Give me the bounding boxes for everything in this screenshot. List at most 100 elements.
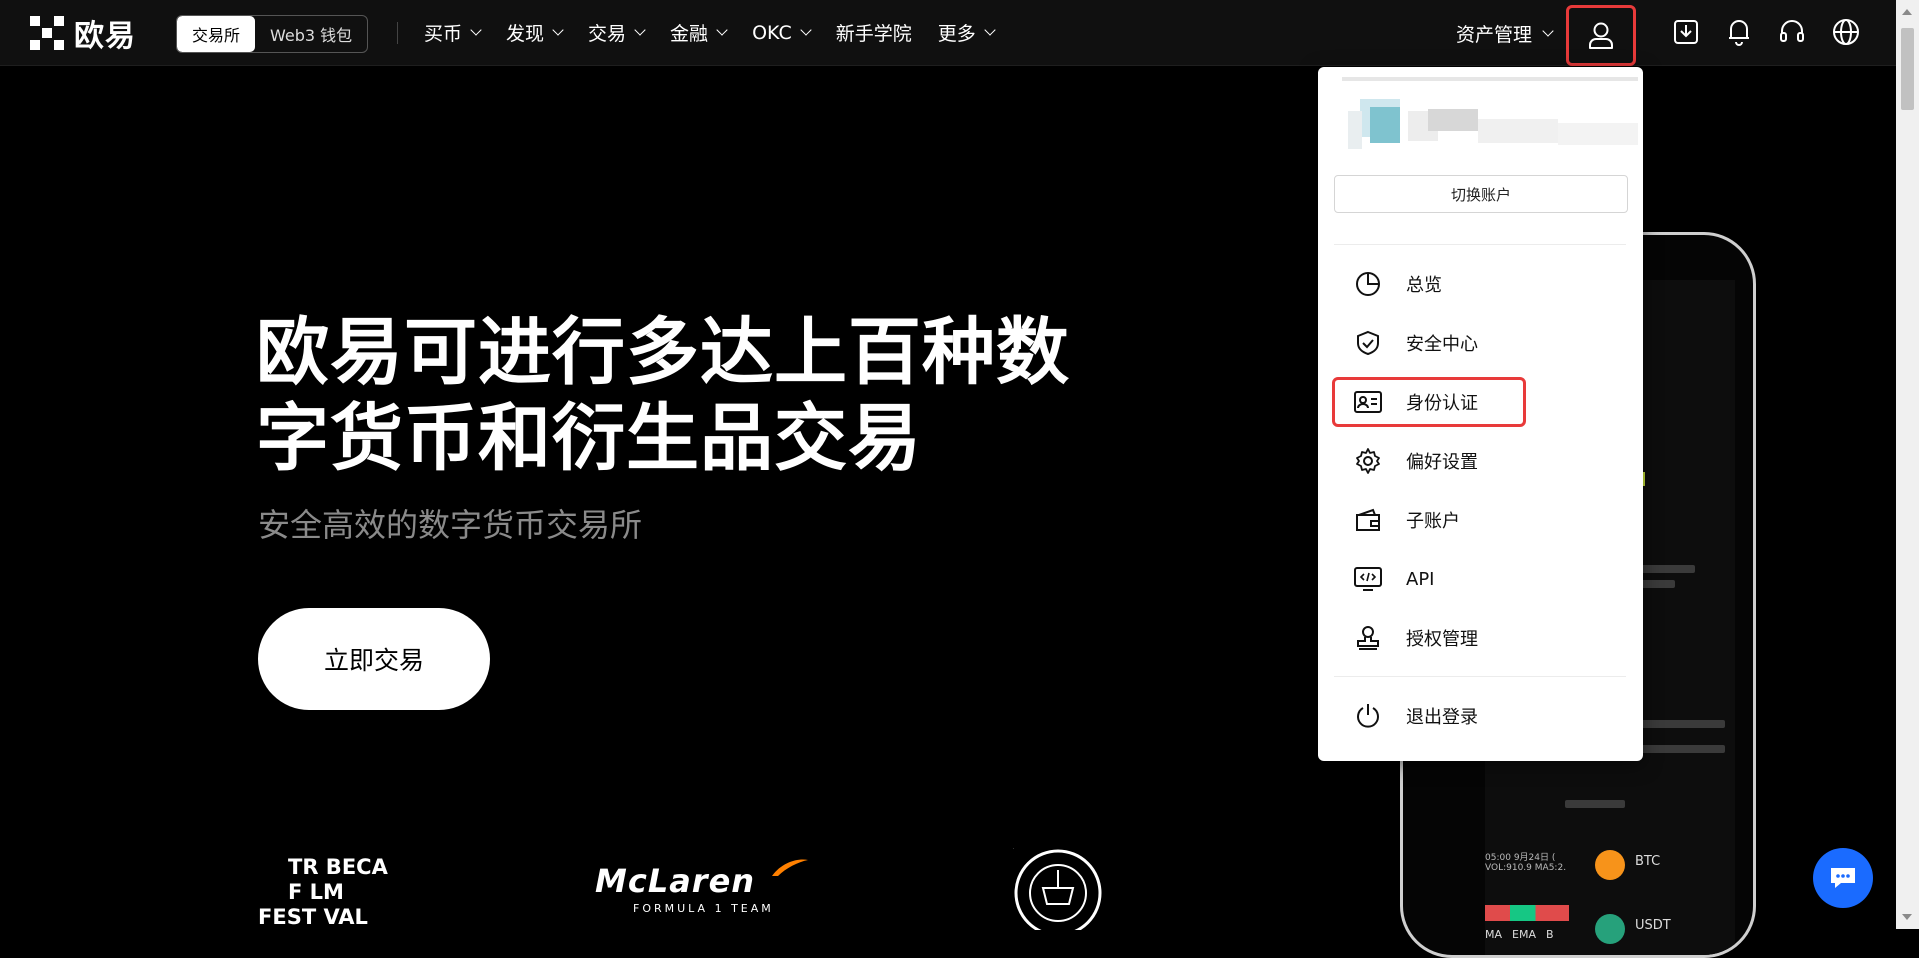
download-button[interactable] (1672, 18, 1700, 46)
menu-item-label: 偏好设置 (1406, 452, 1478, 473)
hero-title: 欧易可进行多达上百种数 字货币和衍生品交易 (256, 310, 1116, 482)
nav-discover[interactable]: 发现 (506, 19, 564, 46)
chevron-down-icon (470, 24, 482, 36)
tribeca-text-2: F LM (288, 880, 344, 904)
switch-account-button[interactable]: 切换账户 (1334, 175, 1628, 213)
logout-button[interactable]: 退出登录 (1334, 691, 1478, 741)
chart-date: 9月24日 ( (1513, 853, 1556, 863)
menu-item-authorization[interactable]: 授权管理 (1334, 613, 1478, 663)
indicator-tab: EMA (1512, 928, 1536, 941)
mclaren-swoosh-icon (772, 859, 808, 876)
menu-divider (1334, 244, 1626, 245)
menu-item-label: API (1406, 568, 1435, 590)
menu-item-label: 总览 (1406, 275, 1442, 296)
menu-item-sub-accounts[interactable]: 子账户 (1334, 495, 1460, 545)
chevron-down-icon (634, 24, 646, 36)
trade-now-button[interactable]: 立即交易 (258, 608, 490, 710)
user-profile-button[interactable] (1566, 5, 1636, 66)
wallet-icon (1354, 506, 1382, 534)
man-city-logo: MANCHESTER CITY (1013, 848, 1103, 937)
hero-title-line2: 字货币和衍生品交易 (256, 396, 922, 481)
nav-okc[interactable]: OKC (752, 21, 812, 44)
logo-text: 欧易 (74, 19, 136, 54)
logout-label: 退出登录 (1406, 707, 1478, 728)
menu-item-label: 安全中心 (1406, 334, 1478, 355)
chart-ma: MA5:2. (1534, 863, 1567, 873)
nav-label: 更多 (937, 23, 976, 45)
menu-item-overview[interactable]: 总览 (1334, 259, 1442, 309)
scrollbar-thumb[interactable] (1901, 28, 1914, 110)
btc-coin-icon (1595, 850, 1625, 880)
pie-chart-icon (1354, 270, 1382, 298)
user-dropdown-menu: 切换账户 总览 安全中心 身份认证 偏好设置 子账户 API 授权管理 退出登录 (1318, 67, 1643, 761)
tab-exchange[interactable]: 交易所 (177, 16, 256, 52)
gear-icon (1354, 447, 1382, 475)
mode-switch: 交易所 Web3 钱包 (176, 15, 369, 53)
user-icon (1589, 22, 1613, 49)
tribeca-text-3: FEST VAL (258, 905, 368, 929)
nav-label: 交易 (588, 23, 627, 45)
support-button[interactable] (1778, 18, 1806, 46)
chevron-down-icon (1542, 25, 1554, 37)
chart-info: 05:00 9月24日 ( VOL:910.9 MA5:2. (1485, 850, 1569, 873)
menu-item-preferences[interactable]: 偏好设置 (1334, 436, 1478, 486)
language-button[interactable] (1832, 18, 1860, 46)
power-icon (1354, 702, 1382, 730)
nav-label: 金融 (670, 23, 709, 45)
chat-support-button[interactable] (1813, 848, 1873, 908)
okx-logo-mark (30, 16, 64, 50)
chevron-down-icon (800, 24, 812, 36)
man-city-crest-icon (1014, 849, 1102, 937)
nav-trade[interactable]: 交易 (588, 19, 646, 46)
notifications-button[interactable] (1725, 18, 1753, 46)
chevron-down-icon (984, 24, 996, 36)
code-monitor-icon (1354, 565, 1382, 593)
chevron-down-icon (552, 24, 564, 36)
menu-item-label: 授权管理 (1406, 629, 1478, 650)
hero-subtitle: 安全高效的数字货币交易所 (258, 506, 643, 544)
scroll-down-arrow-icon[interactable] (1902, 914, 1912, 920)
menu-item-security-center[interactable]: 安全中心 (1334, 318, 1478, 368)
menu-divider (1334, 676, 1626, 677)
tribeca-logo: TR BECA F LM FEST VAL (258, 855, 388, 930)
nav-divider (397, 22, 398, 44)
identity-verification-highlight (1332, 377, 1526, 427)
mclaren-text: McLaren (595, 862, 756, 900)
vertical-scrollbar[interactable] (1896, 0, 1919, 929)
man-city-text: MANCHESTER CITY (1013, 848, 1014, 849)
menu-item-api[interactable]: API (1334, 554, 1434, 604)
tribeca-text-1: TR BECA (288, 855, 388, 879)
download-icon (1674, 20, 1698, 44)
shield-check-icon (1354, 329, 1382, 357)
chart-vol: VOL:910.9 (1485, 863, 1532, 873)
tab-web3-wallet[interactable]: Web3 钱包 (255, 16, 367, 52)
coin-usdt: USDT (1635, 918, 1671, 933)
nav-label: 新手学院 (835, 23, 912, 45)
coin-btc: BTC (1635, 854, 1661, 869)
mclaren-logo: McLaren FORMULA 1 TEAM (595, 859, 808, 915)
hero-title-line1: 欧易可进行多达上百种数 (256, 310, 1070, 395)
menu-item-label: 子账户 (1406, 511, 1460, 532)
asset-management-menu[interactable]: 资产管理 (1456, 20, 1554, 47)
indicator-tab: B (1545, 928, 1554, 941)
main-nav: 买币 发现 交易 金融 OKC 新手学院 更多 (424, 0, 996, 65)
nav-buy-crypto[interactable]: 买币 (424, 19, 482, 46)
okx-logo[interactable]: 欧易 (30, 16, 136, 54)
nav-label: OKC (752, 21, 792, 44)
scroll-up-arrow-icon[interactable] (1902, 9, 1912, 15)
nav-label: 买币 (424, 23, 463, 45)
bell-icon (1729, 20, 1749, 46)
nav-label: 发现 (506, 23, 545, 45)
asset-label: 资产管理 (1456, 24, 1533, 46)
nav-finance[interactable]: 金融 (670, 19, 728, 46)
indicator-tab: MA (1485, 928, 1503, 941)
nav-academy[interactable]: 新手学院 (836, 19, 912, 46)
top-navbar: 欧易 交易所 Web3 钱包 买币 发现 交易 金融 OKC 新手学院 更多 资… (0, 0, 1896, 66)
headset-icon (1780, 20, 1804, 42)
chart-time: 05:00 (1485, 853, 1511, 863)
dropdown-top-bar (1342, 77, 1638, 81)
usdt-coin-icon (1595, 914, 1625, 944)
stamp-icon (1354, 624, 1382, 652)
chevron-down-icon (716, 24, 728, 36)
nav-more[interactable]: 更多 (937, 19, 996, 46)
